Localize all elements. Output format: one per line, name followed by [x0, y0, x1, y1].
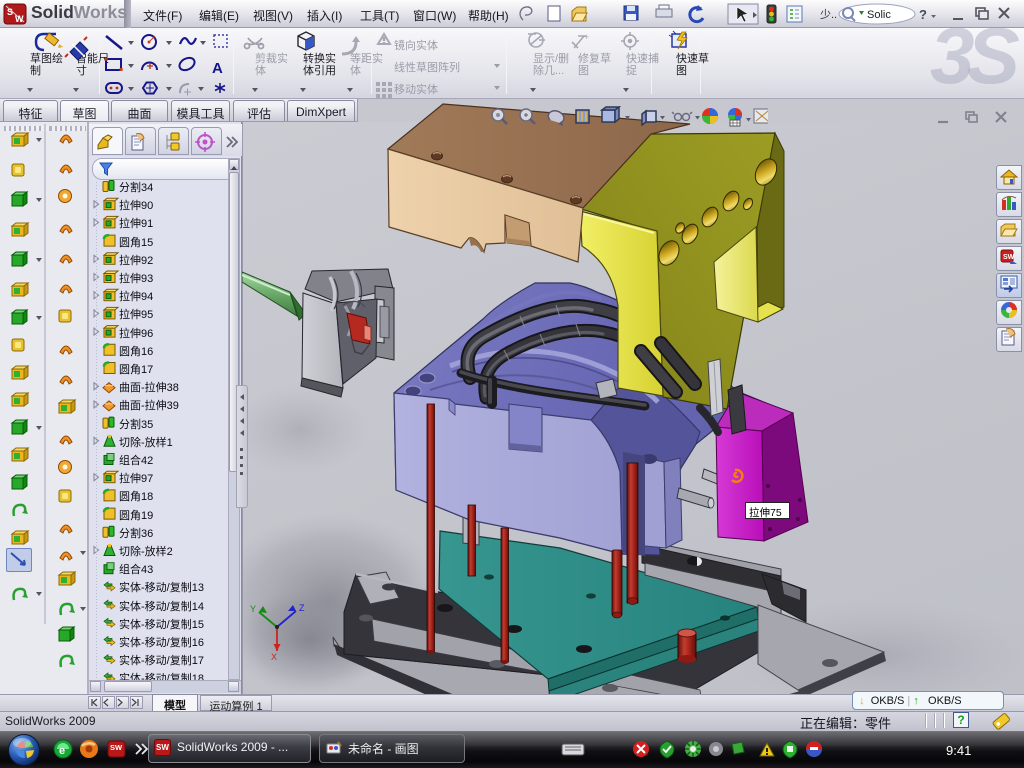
svg-text:+: +	[584, 32, 589, 42]
svg-text:S: S	[7, 7, 13, 17]
svg-text:9:41: 9:41	[946, 743, 971, 758]
svg-text:A: A	[212, 60, 223, 77]
svg-text:少..: 少..	[820, 8, 837, 21]
svg-text:SW: SW	[110, 743, 123, 752]
svg-text:Z: Z	[299, 603, 305, 613]
svg-text:SW: SW	[1003, 254, 1015, 261]
svg-text:Solic: Solic	[867, 9, 891, 21]
svg-text:e: e	[59, 745, 65, 757]
svg-text:X: X	[271, 652, 277, 662]
svg-text:W: W	[15, 14, 24, 24]
svg-text:?: ?	[919, 7, 927, 22]
svg-text:Y: Y	[250, 604, 256, 614]
